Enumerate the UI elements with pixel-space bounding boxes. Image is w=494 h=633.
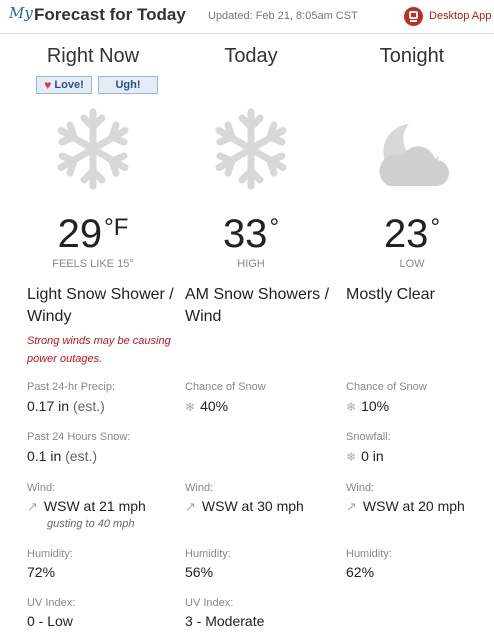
- low-temperature: 23°: [337, 212, 487, 257]
- wind-value: ↗ WSW at 30 mph: [185, 498, 304, 515]
- wind-text: WSW at 20 mph: [362, 498, 465, 514]
- love-button[interactable]: ♥ Love!: [36, 76, 92, 94]
- condition-text: Mostly Clear: [346, 286, 435, 303]
- weather-warning: Strong winds may be causing power outage…: [27, 335, 171, 365]
- uv-value: 3 - Moderate: [185, 613, 265, 629]
- humidity-label: Humidity:: [27, 548, 73, 560]
- temp-label-low: LOW: [399, 258, 425, 270]
- temp-value: 29: [57, 212, 103, 256]
- precip-amount: 0.17 in: [27, 398, 70, 414]
- chance-of-snow-label: Chance of Snow: [185, 381, 266, 393]
- wind-label: Wind:: [346, 482, 375, 494]
- feels-like: FEELS LIKE 15°: [52, 258, 134, 270]
- desktop-app-label: Desktop App: [429, 10, 492, 22]
- chance-value: 10%: [361, 398, 390, 414]
- humidity-value: 72%: [27, 564, 56, 580]
- love-label: Love!: [54, 79, 84, 91]
- snow-estimate-note: (est.): [65, 448, 98, 464]
- precip-value: 0.17 in (est.): [27, 398, 105, 414]
- wind-gust: gusting to 40 mph: [47, 518, 135, 530]
- humidity-value: 62%: [346, 564, 375, 580]
- heart-icon: ♥: [44, 78, 52, 92]
- current-temperature: 29°F: [18, 212, 168, 257]
- uv-label: UV Index:: [185, 597, 234, 609]
- snowflake-icon: [215, 108, 287, 190]
- chance-of-snow-value: ❄ 40%: [185, 398, 228, 414]
- wind-label: Wind:: [27, 482, 56, 494]
- uv-value: 0 - Low: [27, 613, 73, 629]
- column-title: Tonight: [379, 45, 445, 67]
- high-temperature: 33°: [176, 212, 326, 257]
- page-title: Forecast for Today: [34, 5, 186, 24]
- snow-amount: 0.1 in: [27, 448, 62, 464]
- snowfall-value: ❄ 0 in: [346, 448, 384, 464]
- temp-label-high: HIGH: [237, 258, 265, 270]
- humidity-value: 56%: [185, 564, 214, 580]
- forecast-column-right-now: Right Now ♥ Love! Ugh! 29°F FEELS LIKE 1…: [18, 34, 178, 633]
- column-title: Today: [224, 45, 278, 67]
- moon-cloud-icon: [379, 124, 450, 186]
- chance-value: 40%: [200, 398, 229, 414]
- wind-direction-icon: ↗: [185, 499, 196, 514]
- header-bar: My Forecast for Today Updated: Feb 21, 8…: [0, 0, 494, 34]
- ugh-label: Ugh!: [115, 79, 141, 91]
- temp-unit: °F: [104, 214, 129, 241]
- updated-timestamp: Updated: Feb 21, 8:05am CST: [208, 10, 358, 22]
- chance-of-snow-label: Chance of Snow: [346, 381, 427, 393]
- humidity-label: Humidity:: [185, 548, 231, 560]
- wind-value: ↗ WSW at 21 mph: [27, 498, 146, 515]
- humidity-label: Humidity:: [346, 548, 392, 560]
- logo: My: [9, 4, 33, 22]
- snow-value: 0.1 in (est.): [27, 448, 97, 464]
- wind-direction-icon: ↗: [346, 499, 357, 514]
- small-snowflake-icon: ❄: [346, 450, 357, 464]
- temp-unit: °: [430, 214, 441, 241]
- wind-label: Wind:: [185, 482, 214, 494]
- ugh-button[interactable]: Ugh!: [98, 76, 158, 94]
- precip-label: Past 24-hr Precip:: [27, 381, 116, 393]
- temp-value: 23: [383, 212, 429, 256]
- condition-text: Light Snow Shower / Windy: [27, 286, 174, 325]
- wind-direction-icon: ↗: [27, 499, 38, 514]
- temp-value: 33: [222, 212, 268, 256]
- uv-label: UV Index:: [27, 597, 76, 609]
- wind-text: WSW at 30 mph: [201, 498, 304, 514]
- column-title: Right Now: [46, 45, 140, 67]
- desktop-app-link[interactable]: Desktop App: [404, 6, 491, 26]
- small-snowflake-icon: ❄: [346, 400, 357, 414]
- snow-label: Past 24 Hours Snow:: [27, 431, 131, 443]
- forecast-column-tonight: Tonight 23° LOW Mostly Clear Chance of S…: [337, 34, 494, 633]
- condition-text: AM Snow Showers / Wind: [185, 286, 330, 325]
- forecast-column-today: Today 33° HIGH AM Snow Showers / Wind Ch…: [176, 34, 336, 633]
- snowfall-label: Snowfall:: [346, 431, 391, 443]
- small-snowflake-icon: ❄: [185, 400, 196, 414]
- precip-estimate-note: (est.): [72, 398, 105, 414]
- snowfall-amount: 0 in: [361, 448, 384, 464]
- chance-of-snow-value: ❄ 10%: [346, 398, 389, 414]
- temp-unit: °: [269, 214, 280, 241]
- wind-text: WSW at 21 mph: [43, 498, 146, 514]
- snowflake-icon: [57, 108, 129, 190]
- desktop-app-icon: [404, 6, 423, 26]
- wind-value: ↗ WSW at 20 mph: [346, 498, 465, 515]
